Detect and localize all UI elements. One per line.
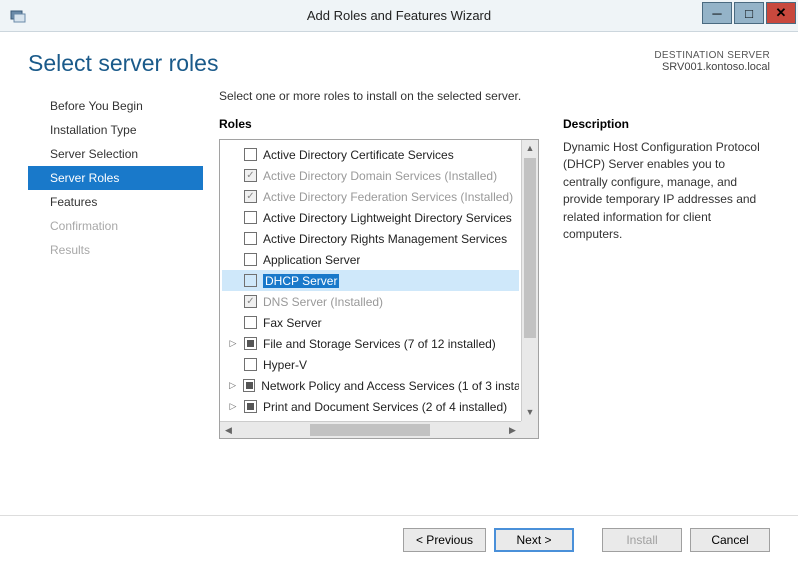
step-before-you-begin[interactable]: Before You Begin <box>28 94 203 118</box>
vertical-scrollbar[interactable]: ▲ ▼ <box>521 140 538 421</box>
step-results: Results <box>28 238 203 262</box>
step-confirmation: Confirmation <box>28 214 203 238</box>
expander-icon[interactable]: ▷ <box>228 401 238 412</box>
role-checkbox[interactable] <box>244 148 257 161</box>
role-label: Active Directory Domain Services (Instal… <box>263 169 497 183</box>
minimize-button[interactable]: ─ <box>702 2 732 24</box>
role-label: Active Directory Federation Services (In… <box>263 190 513 204</box>
scroll-thumb[interactable] <box>524 158 536 338</box>
role-row[interactable]: Application Server <box>222 249 519 270</box>
previous-button[interactable]: < Previous <box>403 528 486 552</box>
role-label: Network Policy and Access Services (1 of… <box>261 379 519 393</box>
horizontal-scrollbar[interactable]: ◀ ▶ <box>220 421 521 438</box>
role-row[interactable]: Hyper-V <box>222 354 519 375</box>
destination-server-info: DESTINATION SERVER SRV001.kontoso.local <box>654 50 770 73</box>
title-bar: Add Roles and Features Wizard ─ □ ✕ <box>0 0 798 32</box>
role-label: Application Server <box>263 253 360 267</box>
instruction-text: Select one or more roles to install on t… <box>219 89 770 103</box>
role-label: DHCP Server <box>263 274 339 288</box>
close-button[interactable]: ✕ <box>766 2 796 24</box>
window-title: Add Roles and Features Wizard <box>0 8 798 23</box>
role-checkbox <box>244 295 257 308</box>
role-row[interactable]: Active Directory Lightweight Directory S… <box>222 207 519 228</box>
role-checkbox[interactable] <box>244 400 257 413</box>
maximize-button[interactable]: □ <box>734 2 764 24</box>
step-features[interactable]: Features <box>28 190 203 214</box>
page-title: Select server roles <box>28 50 218 77</box>
role-row[interactable]: Active Directory Federation Services (In… <box>222 186 519 207</box>
destination-label: DESTINATION SERVER <box>654 50 770 61</box>
role-label: Print and Document Services (2 of 4 inst… <box>263 400 507 414</box>
step-installation-type[interactable]: Installation Type <box>28 118 203 142</box>
scroll-down-icon[interactable]: ▼ <box>522 404 538 421</box>
role-checkbox <box>244 190 257 203</box>
role-label: File and Storage Services (7 of 12 insta… <box>263 337 496 351</box>
role-row[interactable]: DNS Server (Installed) <box>222 291 519 312</box>
roles-list[interactable]: Active Directory Certificate Services Act… <box>220 140 521 421</box>
wizard-footer: < Previous Next > Install Cancel <box>0 515 798 563</box>
expander-icon[interactable]: ▷ <box>228 380 237 391</box>
scroll-corner <box>521 421 538 438</box>
description-text: Dynamic Host Configuration Protocol (DHC… <box>563 139 770 243</box>
role-checkbox[interactable] <box>243 379 255 392</box>
window-controls: ─ □ ✕ <box>702 2 796 24</box>
role-row[interactable]: Active Directory Certificate Services <box>222 144 519 165</box>
destination-value: SRV001.kontoso.local <box>654 61 770 73</box>
role-checkbox[interactable] <box>244 211 257 224</box>
role-checkbox[interactable] <box>244 358 257 371</box>
role-checkbox[interactable] <box>244 253 257 266</box>
role-row[interactable]: Active Directory Domain Services (Instal… <box>222 165 519 186</box>
role-label: Active Directory Lightweight Directory S… <box>263 211 512 225</box>
role-checkbox[interactable] <box>244 337 257 350</box>
cancel-button[interactable]: Cancel <box>690 528 770 552</box>
role-label: Active Directory Certificate Services <box>263 148 454 162</box>
wizard-steps-sidebar: Before You Begin Installation Type Serve… <box>28 89 203 503</box>
role-label: DNS Server (Installed) <box>263 295 383 309</box>
role-row[interactable]: ▷ File and Storage Services (7 of 12 inst… <box>222 333 519 354</box>
roles-listbox: Active Directory Certificate Services Act… <box>219 139 539 439</box>
description-heading: Description <box>563 117 770 131</box>
roles-heading: Roles <box>219 117 539 131</box>
role-checkbox[interactable] <box>244 232 257 245</box>
role-row[interactable]: Active Directory Rights Management Servi… <box>222 228 519 249</box>
role-checkbox[interactable] <box>244 316 257 329</box>
role-checkbox[interactable] <box>244 274 257 287</box>
step-server-roles[interactable]: Server Roles <box>28 166 203 190</box>
role-label: Active Directory Rights Management Servi… <box>263 232 507 246</box>
role-checkbox <box>244 169 257 182</box>
scroll-up-icon[interactable]: ▲ <box>522 140 538 157</box>
install-button: Install <box>602 528 682 552</box>
step-server-selection[interactable]: Server Selection <box>28 142 203 166</box>
role-row[interactable]: Fax Server <box>222 312 519 333</box>
next-button[interactable]: Next > <box>494 528 574 552</box>
hscroll-thumb[interactable] <box>310 424 430 436</box>
expander-icon[interactable]: ▷ <box>228 338 238 349</box>
app-icon <box>10 8 26 24</box>
role-row[interactable]: ▷ Print and Document Services (2 of 4 ins… <box>222 396 519 417</box>
role-label: Fax Server <box>263 316 322 330</box>
role-label: Hyper-V <box>263 358 307 372</box>
scroll-right-icon[interactable]: ▶ <box>504 422 521 438</box>
scroll-left-icon[interactable]: ◀ <box>220 422 237 438</box>
role-row[interactable]: DHCP Server <box>222 270 519 291</box>
role-row[interactable]: ▷ Network Policy and Access Services (1 o… <box>222 375 519 396</box>
